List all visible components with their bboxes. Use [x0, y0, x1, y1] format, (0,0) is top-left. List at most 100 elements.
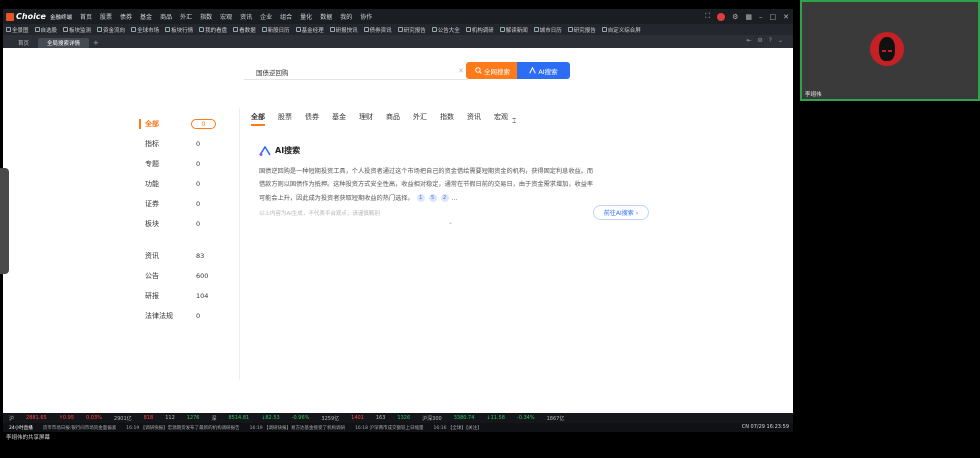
category-item[interactable]: 专题 0 — [139, 154, 221, 174]
maximize-button[interactable]: □ — [770, 13, 777, 21]
news-headline[interactable]: 16:18 沪深两市成交额较上日缩量 — [355, 426, 423, 431]
menu-item[interactable]: 企业 — [260, 12, 272, 21]
go-to-ai-search-button[interactable]: 前往AI搜索 › — [593, 205, 649, 220]
toolbar-item[interactable]: 公告大全 — [431, 26, 460, 34]
toolbar-item[interactable]: 自选股 — [34, 26, 58, 34]
clear-search-icon[interactable]: ✕ — [458, 67, 464, 75]
category-item[interactable]: 研报 104 — [139, 286, 221, 306]
fullscreen-icon[interactable]: ⛶ — [705, 12, 710, 21]
toolbar-item[interactable]: 解读新闻 — [499, 26, 528, 34]
menu-item[interactable]: 股票 — [100, 12, 112, 21]
toolbar-item[interactable]: 我的看盘 — [199, 26, 227, 34]
menu-item[interactable]: 基金 — [140, 12, 152, 21]
news-headline[interactable]: 16:16 【全球】【关注】 — [433, 426, 481, 431]
chevron-down-icon[interactable]: ⌄ — [778, 37, 783, 44]
type-tab[interactable]: 全部 — [251, 112, 265, 126]
toolbar-item[interactable]: 资金流向 — [97, 26, 125, 34]
category-item[interactable]: 全部 0 — [139, 114, 221, 134]
menu-item[interactable]: 宏观 — [220, 12, 232, 21]
toolbar-item[interactable]: 看数据 — [233, 26, 256, 34]
global-search-label: 全网搜索 — [484, 67, 510, 76]
reference-badge[interactable]: 1 — [416, 193, 425, 202]
toolbar-item[interactable]: 城市日历 — [533, 26, 562, 34]
menu-item[interactable]: 资讯 — [240, 12, 252, 21]
toolbar-item[interactable]: 全景图 — [6, 26, 29, 34]
toolbar-item[interactable]: 新股日历 — [261, 26, 290, 34]
collapse-icon[interactable]: ⇤ — [746, 37, 751, 44]
tab-home[interactable]: 首页 — [9, 38, 38, 48]
category-item[interactable]: 证券 0 — [139, 194, 221, 214]
reference-badge[interactable]: 2 — [440, 193, 449, 202]
add-tab-button[interactable]: + — [89, 38, 103, 48]
search-query: 国债逆回购 — [256, 68, 289, 77]
toolbar-item[interactable]: 基金经理 — [295, 26, 324, 34]
screen-share-caption: 李翊伟的共享屏幕 — [6, 435, 51, 441]
menu-item[interactable]: 协作 — [360, 12, 372, 21]
toolbar-item[interactable]: 板块行情 — [165, 26, 193, 34]
category-item[interactable]: 板块 0 — [139, 214, 221, 234]
settings-icon[interactable]: ⚙ — [732, 13, 738, 21]
global-search-button[interactable]: 全网搜索 — [466, 62, 519, 79]
toolbar-item-icon — [601, 27, 607, 32]
type-tab[interactable]: 指数 — [440, 112, 454, 126]
news-headline[interactable]: 货币市场日报:银行间市场资金面偏紧 — [43, 426, 117, 431]
menu-item[interactable]: 外汇 — [180, 12, 192, 21]
search-input[interactable]: 国债逆回购 ✕ — [244, 64, 468, 80]
toolbar-item-icon — [431, 27, 437, 32]
toolbar-item[interactable]: 债券资讯 — [363, 26, 392, 34]
type-tab[interactable]: 股票 — [278, 112, 292, 126]
category-item[interactable]: 法律法规 0 — [139, 306, 221, 326]
menu-bar: Choice 金融终端 首页 股票 债券 基金 商品 外汇 指数 宏观 资讯 企业 组合 量化 数据 我的… — [3, 9, 793, 24]
toolbar-item-label: 债券资讯 — [369, 27, 392, 34]
notification-icon[interactable] — [717, 12, 726, 21]
menu-item[interactable]: 商品 — [160, 12, 172, 21]
category-item[interactable]: 资讯 83 — [139, 246, 221, 266]
toolbar-item[interactable]: 板块监测 — [63, 26, 91, 34]
toolbar-item[interactable]: 全球市场 — [131, 26, 159, 34]
menu-item[interactable]: 指数 — [200, 12, 212, 21]
news-headline[interactable]: 16:19 【调研快报】宏源期货发布了最新的机构调研报告 — [126, 426, 239, 431]
side-panel-handle[interactable] — [0, 168, 9, 274]
type-tab[interactable]: 基金 — [332, 112, 346, 126]
ticker-value: ↓11.58 — [486, 415, 505, 421]
help-icon[interactable]: ? — [769, 37, 772, 44]
category-item[interactable]: 指标 0 — [139, 134, 221, 154]
menu-item[interactable]: 量化 — [300, 12, 312, 21]
menu-item[interactable]: 债券 — [120, 12, 132, 21]
toolbar-item-icon — [397, 27, 403, 32]
type-tab[interactable]: 理财 — [359, 112, 373, 126]
type-tab[interactable]: 宏观 — [494, 112, 508, 126]
toolbar-item-icon — [165, 27, 171, 32]
participant-video-tile[interactable]: 李翊伟 — [800, 0, 980, 101]
ai-search-button[interactable]: AI搜索 — [517, 62, 570, 79]
tab-settings-icon[interactable]: ⚙ — [757, 37, 762, 44]
category-item[interactable]: 公告 600 — [139, 266, 221, 286]
toolbar-item[interactable]: 研究报告 — [397, 26, 426, 34]
type-tab[interactable]: 外汇 — [413, 112, 427, 126]
menu-item[interactable]: 首页 — [80, 12, 92, 21]
type-tab[interactable]: 商品 — [386, 112, 400, 126]
toolbar-item[interactable]: 研报快讯 — [329, 26, 358, 34]
minimize-button[interactable]: – — [759, 13, 763, 21]
menu-item[interactable]: 组合 — [280, 12, 292, 21]
menu-item[interactable]: 数据 — [320, 12, 332, 21]
category-item[interactable]: 功能 0 — [139, 174, 221, 194]
reference-badge[interactable]: 5 — [428, 193, 437, 202]
news-headline[interactable]: 16:19 【调研快报】易方达基金接受了机构调研 — [250, 426, 345, 431]
layout-icon[interactable]: ▦ — [745, 13, 752, 21]
type-tab[interactable]: 债券 — [305, 112, 319, 126]
toolbar-item-label: 全球市场 — [137, 27, 160, 34]
toolbar-item-icon — [97, 27, 103, 32]
window-controls: ⛶ ⚙ ▦ – □ ✕ — [705, 9, 789, 24]
toolbar-item[interactable]: 研究报告 — [567, 26, 596, 34]
toolbar-item-label: 全景图 — [12, 27, 29, 34]
toolbar-item[interactable]: 自定义综合屏 — [601, 26, 641, 34]
toolbar-item[interactable]: 机构调研 — [465, 26, 494, 34]
tab-global-search[interactable]: 全局搜索详情 — [38, 38, 90, 48]
menu-item[interactable]: 我的 — [340, 12, 352, 21]
type-tab[interactable]: 资讯 — [467, 112, 481, 126]
expand-chevron-icon[interactable]: ⌄ — [448, 219, 453, 226]
ai-answer-line: 借款方则以国债作为抵押。这种投资方式安全性高，收益相对稳定，通常在节假日前的交易… — [259, 181, 594, 189]
close-button[interactable]: ✕ — [783, 13, 789, 21]
toolbar-item-label: 自选股 — [40, 27, 58, 34]
